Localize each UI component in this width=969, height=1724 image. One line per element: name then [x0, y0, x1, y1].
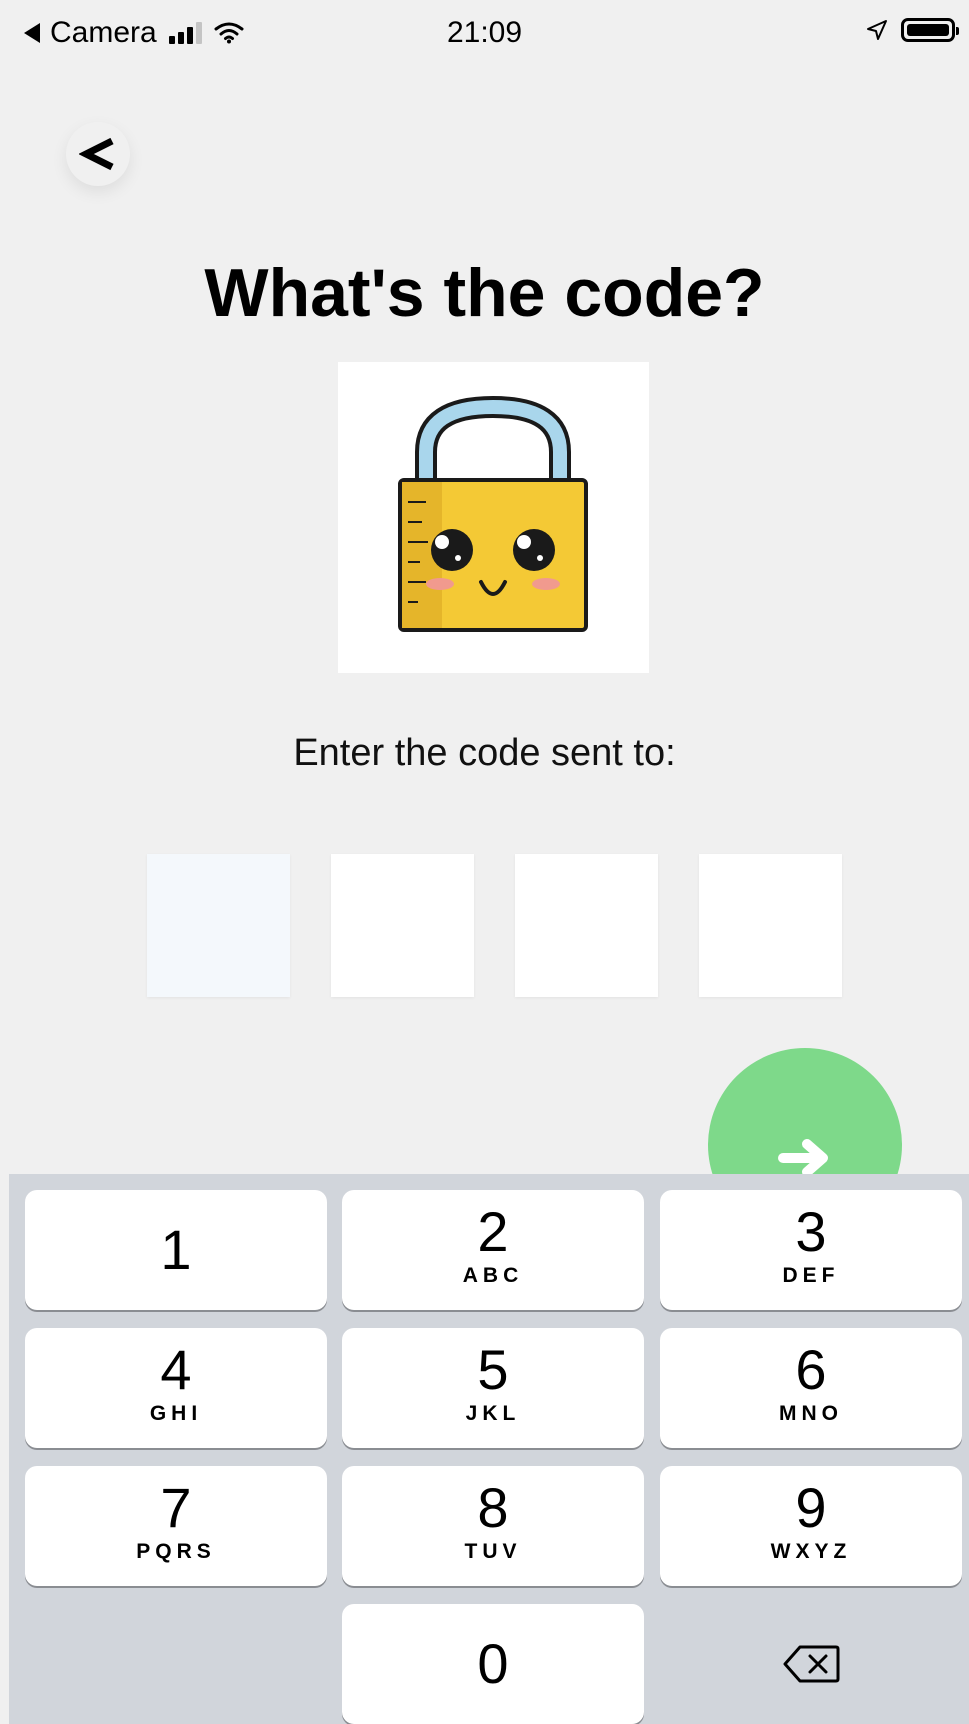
chevron-left-icon	[79, 137, 114, 171]
key-2[interactable]: 2 ABC	[342, 1190, 644, 1310]
key-1[interactable]: 1	[25, 1190, 327, 1310]
location-arrow-icon	[867, 20, 887, 40]
backspace-icon	[783, 1645, 840, 1683]
key-3[interactable]: 3 DEF	[660, 1190, 962, 1310]
key-digit: 0	[477, 1632, 509, 1695]
key-7[interactable]: 7 PQRS	[25, 1466, 327, 1586]
key-5[interactable]: 5 JKL	[342, 1328, 644, 1448]
numeric-keypad: 1 2 ABC 3 DEF 4 GHI 5 JKL 6 MNO 7 PQRS 8…	[9, 1174, 969, 1724]
battery-icon	[901, 18, 959, 42]
key-digit: 2	[477, 1200, 509, 1263]
subtitle: Enter the code sent to:	[293, 732, 676, 774]
key-8[interactable]: 8 TUV	[342, 1466, 644, 1586]
status-time: 21:09	[446, 16, 523, 49]
key-9[interactable]: 9 WXYZ	[660, 1466, 962, 1586]
key-digit: 6	[795, 1338, 827, 1401]
code-digit-1[interactable]	[147, 854, 290, 997]
key-digit: 9	[795, 1476, 827, 1539]
back-button[interactable]	[66, 122, 130, 186]
key-letters: WXYZ	[770, 1540, 852, 1563]
padlock-mascot-illustration	[338, 362, 649, 673]
key-letters: ABC	[462, 1264, 524, 1287]
key-digit: 1	[160, 1218, 192, 1281]
key-letters: JKL	[465, 1402, 521, 1425]
key-letters: GHI	[149, 1402, 203, 1425]
key-0[interactable]: 0	[342, 1604, 644, 1724]
code-digit-4[interactable]	[699, 854, 842, 997]
key-6[interactable]: 6 MNO	[660, 1328, 962, 1448]
key-letters: MNO	[779, 1402, 843, 1425]
key-digit: 7	[160, 1476, 192, 1539]
key-letters: PQRS	[136, 1540, 216, 1563]
key-digit: 3	[795, 1200, 827, 1263]
key-digit: 8	[477, 1476, 509, 1539]
key-letters: DEF	[782, 1264, 840, 1287]
delete-key[interactable]	[660, 1604, 962, 1724]
key-letters: TUV	[464, 1540, 522, 1563]
key-digit: 4	[160, 1338, 192, 1401]
arrow-right-icon	[778, 1139, 828, 1177]
page-title: What's the code?	[204, 255, 765, 331]
code-digit-2[interactable]	[331, 854, 474, 997]
key-digit: 5	[477, 1338, 509, 1401]
code-digit-3[interactable]	[515, 854, 658, 997]
key-4[interactable]: 4 GHI	[25, 1328, 327, 1448]
status-bar: Camera 21:09	[0, 0, 969, 72]
